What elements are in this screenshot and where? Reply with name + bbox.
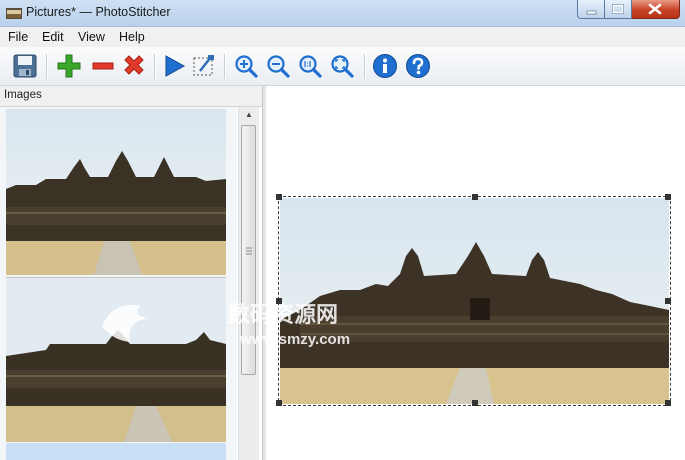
app-icon: [6, 8, 22, 19]
temple-photo: [6, 109, 226, 275]
remove-icon[interactable]: [90, 53, 116, 79]
image-list[interactable]: [0, 107, 237, 460]
resize-handle[interactable]: [665, 194, 671, 200]
images-panel-title: Images: [4, 89, 42, 101]
zoom-out-icon[interactable]: [265, 53, 291, 79]
minimize-icon: [586, 10, 597, 15]
watermark: 数码资源网 www.smzy.com: [96, 292, 356, 352]
resize-handle[interactable]: [472, 194, 478, 200]
scroll-up-arrow-icon[interactable]: ▲: [239, 107, 259, 123]
zoom-in-icon[interactable]: [233, 53, 259, 79]
toolbar: [0, 47, 685, 86]
maximize-button[interactable]: [605, 0, 632, 19]
title-bar: Pictures* — PhotoStitcher: [0, 0, 685, 27]
window-title: Pictures* — PhotoStitcher: [26, 5, 171, 19]
menu-view[interactable]: View: [78, 30, 105, 44]
resize-handle[interactable]: [665, 400, 671, 406]
close-button[interactable]: [632, 0, 680, 19]
image-list-scrollbar[interactable]: ▲: [238, 107, 259, 460]
crop-icon[interactable]: [191, 53, 217, 79]
save-icon[interactable]: [12, 53, 38, 79]
add-icon[interactable]: [56, 53, 82, 79]
minimize-button[interactable]: [577, 0, 605, 19]
menu-bar: File Edit View Help: [0, 27, 685, 47]
images-panel-header: Images: [0, 86, 262, 107]
menu-help[interactable]: Help: [119, 30, 145, 44]
zoom-actual-icon[interactable]: [297, 53, 323, 79]
watermark-url: www.smzy.com: [239, 331, 350, 348]
toolbar-separator: [224, 54, 226, 79]
menu-file[interactable]: File: [8, 30, 28, 44]
grip-icon: [246, 247, 252, 255]
help-icon[interactable]: [405, 53, 431, 79]
close-icon: [648, 3, 662, 15]
resize-handle[interactable]: [276, 194, 282, 200]
image-thumbnail[interactable]: [6, 109, 226, 275]
toolbar-separator: [154, 54, 156, 79]
resize-handle[interactable]: [665, 298, 671, 304]
resize-handle[interactable]: [276, 400, 282, 406]
play-icon[interactable]: [161, 53, 187, 79]
delete-icon[interactable]: [121, 53, 147, 79]
resize-handle[interactable]: [472, 400, 478, 406]
info-icon[interactable]: [372, 53, 398, 79]
toolbar-separator: [46, 54, 48, 79]
maximize-icon: [612, 4, 624, 14]
watermark-brand: 数码资源网: [228, 302, 338, 328]
image-thumbnail[interactable]: [6, 443, 226, 460]
menu-edit[interactable]: Edit: [42, 30, 64, 44]
watermark-logo: 数码资源网 www.smzy.com: [102, 302, 350, 348]
zoom-fit-icon[interactable]: [329, 53, 355, 79]
toolbar-separator: [364, 54, 366, 79]
